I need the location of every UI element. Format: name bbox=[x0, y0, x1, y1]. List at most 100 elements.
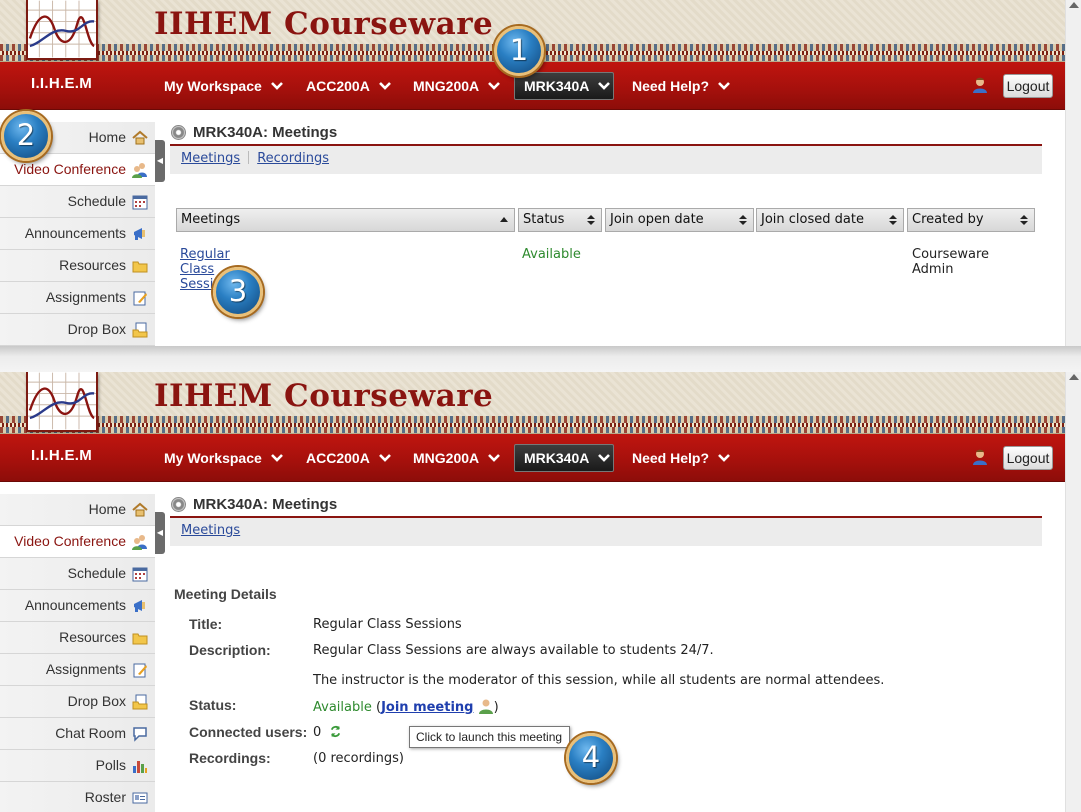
column-header-status[interactable]: Status bbox=[518, 208, 602, 232]
sidebar-item-home[interactable]: Home bbox=[0, 494, 155, 526]
recordings-value: (0 recordings) bbox=[313, 751, 404, 766]
nav-mng200a[interactable]: MNG200A bbox=[404, 444, 510, 472]
status-value: Available bbox=[313, 700, 372, 715]
collapse-menu-toggle[interactable]: ◀ bbox=[155, 512, 165, 554]
vertical-scrollbar[interactable] bbox=[1065, 372, 1081, 812]
title-value: Regular Class Sessions bbox=[313, 617, 462, 632]
nav-need-help[interactable]: Need Help? bbox=[623, 444, 740, 472]
sort-icon bbox=[889, 215, 897, 225]
folder-icon bbox=[132, 633, 148, 645]
chevron-down-icon bbox=[718, 454, 730, 462]
scroll-up-icon[interactable] bbox=[1069, 2, 1079, 8]
sidebar-item-chat-room[interactable]: Chat Room bbox=[0, 718, 155, 750]
logout-button[interactable]: Logout bbox=[1003, 74, 1053, 98]
sidebar-item-drop-box[interactable]: Drop Box bbox=[0, 314, 155, 346]
callout-marker-2: 2 bbox=[1, 111, 51, 161]
column-header-created-by[interactable]: Created by bbox=[907, 208, 1035, 232]
sidebar-item-video-conference[interactable]: Video Conference bbox=[0, 526, 155, 558]
chevron-down-icon bbox=[598, 82, 611, 90]
site-name-link[interactable]: I.I.H.E.M bbox=[31, 75, 92, 92]
subnav-recordings-link[interactable]: Recordings bbox=[257, 151, 329, 166]
sidebar-item-assignments[interactable]: Assignments bbox=[0, 282, 155, 314]
user-icon[interactable] bbox=[971, 76, 989, 94]
connected-users-label: Connected users: bbox=[189, 724, 308, 740]
tool-subnav: Meetings Recordings bbox=[170, 144, 1042, 174]
join-meeting-tooltip: Click to launch this meeting bbox=[409, 726, 570, 748]
nav-mrk340a[interactable]: MRK340A bbox=[514, 444, 614, 472]
meeting-status: Available bbox=[522, 247, 581, 262]
meeting-details-heading: Meeting Details bbox=[174, 586, 277, 602]
user-icon[interactable] bbox=[971, 448, 989, 466]
column-header-join-closed-date[interactable]: Join closed date bbox=[756, 208, 904, 232]
bar-chart-icon bbox=[133, 761, 147, 773]
nav-acc200a[interactable]: ACC200A bbox=[297, 72, 401, 100]
connected-users-row: 0 bbox=[313, 725, 342, 740]
chevron-down-icon bbox=[270, 454, 283, 462]
sidebar-item-polls[interactable]: Polls bbox=[0, 750, 155, 782]
dropbox-icon bbox=[132, 322, 148, 338]
sidebar-item-schedule[interactable]: Schedule bbox=[0, 186, 155, 218]
site-brand-title: IIHEM Courseware bbox=[154, 378, 494, 414]
page-title: MRK340A: Meetings bbox=[170, 122, 1042, 144]
top-navigation-bar: I.I.H.E.M My Workspace ACC200A MNG200A M… bbox=[0, 62, 1081, 110]
chevron-down-icon bbox=[598, 454, 611, 462]
refresh-icon[interactable] bbox=[329, 725, 342, 738]
chart-logo-icon[interactable] bbox=[26, 372, 98, 432]
chevron-down-icon bbox=[270, 82, 283, 90]
scroll-up-icon[interactable] bbox=[1069, 374, 1079, 380]
edit-document-icon bbox=[133, 663, 147, 678]
status-row: Available (Join meeting ) bbox=[313, 698, 499, 715]
panel-divider bbox=[0, 346, 1081, 372]
nav-need-help[interactable]: Need Help? bbox=[623, 72, 740, 100]
tool-menu: Home Video Conference Schedule Announcem… bbox=[0, 494, 155, 812]
edit-document-icon bbox=[133, 291, 147, 306]
recordings-label: Recordings: bbox=[189, 750, 271, 766]
people-icon bbox=[132, 535, 147, 550]
sidebar-item-schedule[interactable]: Schedule bbox=[0, 558, 155, 590]
chevron-down-icon bbox=[488, 82, 501, 90]
column-header-join-open-date[interactable]: Join open date bbox=[605, 208, 754, 232]
nav-acc200a[interactable]: ACC200A bbox=[297, 444, 401, 472]
chevron-down-icon bbox=[378, 82, 391, 90]
tool-subnav: Meetings bbox=[170, 516, 1042, 546]
join-meeting-icon[interactable] bbox=[478, 698, 494, 714]
nav-my-workspace[interactable]: My Workspace bbox=[155, 72, 293, 100]
sidebar-item-assignments[interactable]: Assignments bbox=[0, 654, 155, 686]
sidebar-item-resources[interactable]: Resources bbox=[0, 622, 155, 654]
sort-icon bbox=[1020, 215, 1028, 225]
meeting-created-by: Courseware Admin bbox=[912, 247, 990, 277]
id-card-icon bbox=[132, 792, 148, 804]
sidebar-item-announcements[interactable]: Announcements bbox=[0, 218, 155, 250]
description-label: Description: bbox=[189, 642, 271, 658]
sidebar-item-drop-box[interactable]: Drop Box bbox=[0, 686, 155, 718]
chart-logo-icon[interactable] bbox=[26, 0, 98, 60]
sidebar-item-announcements[interactable]: Announcements bbox=[0, 590, 155, 622]
column-header-meetings[interactable]: Meetings bbox=[176, 208, 515, 232]
callout-marker-3: 3 bbox=[213, 267, 263, 317]
sidebar-item-roster[interactable]: Roster bbox=[0, 782, 155, 812]
sidebar-item-resources[interactable]: Resources bbox=[0, 250, 155, 282]
megaphone-icon bbox=[134, 600, 145, 612]
description-line-1: Regular Class Sessions are always availa… bbox=[313, 643, 714, 658]
nav-mrk340a[interactable]: MRK340A bbox=[514, 72, 614, 100]
meeting-details: Meeting Details bbox=[174, 586, 277, 602]
nav-mng200a[interactable]: MNG200A bbox=[404, 72, 510, 100]
subnav-meetings-link[interactable]: Meetings bbox=[181, 523, 240, 538]
logout-button[interactable]: Logout bbox=[1003, 446, 1053, 470]
join-meeting-link[interactable]: Join meeting bbox=[381, 700, 473, 715]
chat-bubble-icon bbox=[133, 727, 147, 742]
top-navigation-bar: I.I.H.E.M My Workspace ACC200A MNG200A M… bbox=[0, 434, 1081, 482]
vertical-scrollbar[interactable] bbox=[1065, 0, 1081, 346]
collapse-menu-toggle[interactable]: ◀ bbox=[155, 140, 165, 182]
main-content: MRK340A: Meetings Meetings Recordings Mee… bbox=[170, 122, 1042, 292]
tool-title-icon bbox=[171, 125, 186, 140]
site-banner: IIHEM Courseware bbox=[0, 372, 1081, 434]
nav-my-workspace[interactable]: My Workspace bbox=[155, 444, 293, 472]
dropbox-icon bbox=[132, 694, 148, 710]
site-name-link[interactable]: I.I.H.E.M bbox=[31, 447, 92, 464]
subnav-meetings-link[interactable]: Meetings bbox=[181, 151, 240, 166]
connected-users-value: 0 bbox=[313, 725, 322, 740]
folder-icon bbox=[132, 261, 148, 273]
paren-close: ) bbox=[493, 700, 499, 715]
sort-icon bbox=[587, 215, 595, 225]
